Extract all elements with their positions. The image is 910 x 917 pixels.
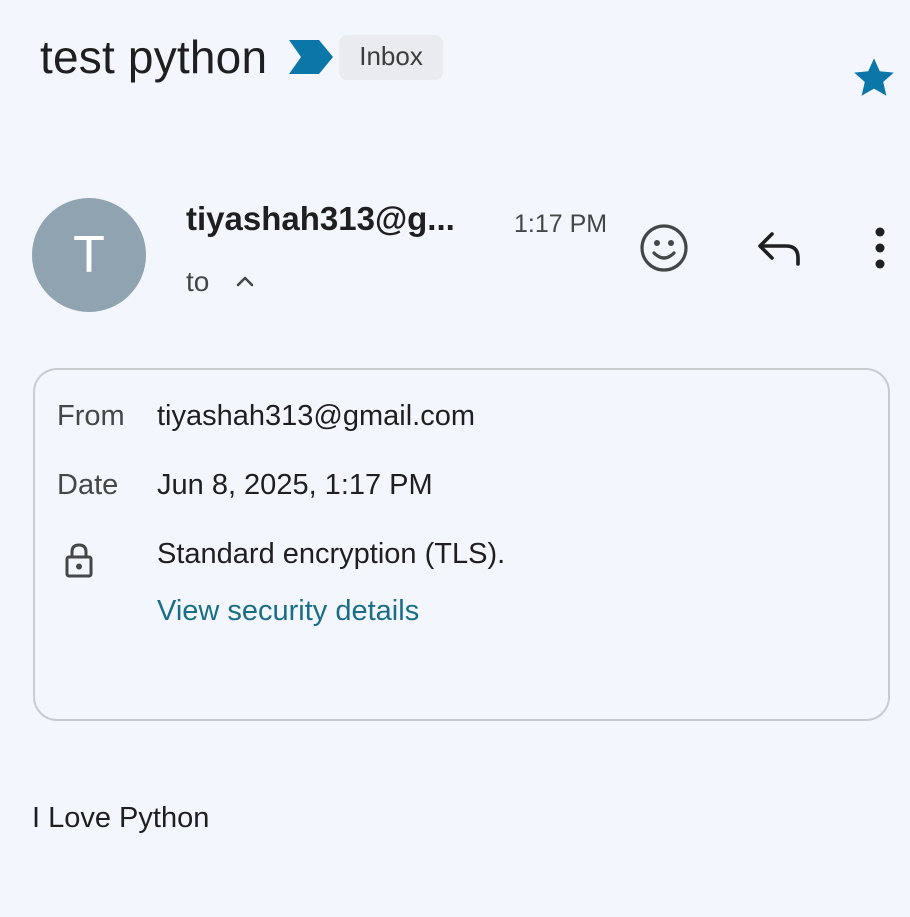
star-icon[interactable] [850, 54, 898, 102]
view-security-details-link[interactable]: View security details [157, 595, 419, 628]
importance-marker-icon[interactable] [289, 40, 334, 74]
email-time: 1:17 PM [514, 210, 608, 238]
inbox-label-chip[interactable]: Inbox [339, 34, 443, 80]
to-label: to [186, 266, 210, 297]
from-label: From [57, 400, 125, 432]
email-body: I Love Python [32, 802, 210, 834]
subject-row: test python Inbox [40, 30, 443, 84]
encryption-text: Standard encryption (TLS). [157, 538, 506, 570]
emoji-react-icon [640, 224, 688, 272]
avatar-initial: T [73, 226, 105, 284]
recipients-toggle[interactable]: to [186, 266, 257, 298]
chevron-up-icon [237, 276, 254, 287]
reply-button[interactable] [752, 222, 808, 274]
emoji-react-button[interactable] [636, 220, 692, 276]
more-options-button[interactable] [860, 222, 900, 274]
sender-name[interactable]: tiyashah313@g... [186, 200, 455, 238]
date-value: Jun 8, 2025, 1:17 PM [157, 469, 433, 501]
message-details-card: From tiyashah313@gmail.com Date Jun 8, 2… [33, 368, 890, 721]
more-vert-icon [875, 227, 885, 269]
reply-icon [758, 232, 800, 266]
date-label: Date [57, 469, 119, 501]
sender-avatar[interactable]: T [32, 198, 146, 312]
email-subject: test python [40, 31, 268, 83]
lock-icon [65, 543, 93, 578]
from-value: tiyashah313@gmail.com [157, 400, 475, 432]
